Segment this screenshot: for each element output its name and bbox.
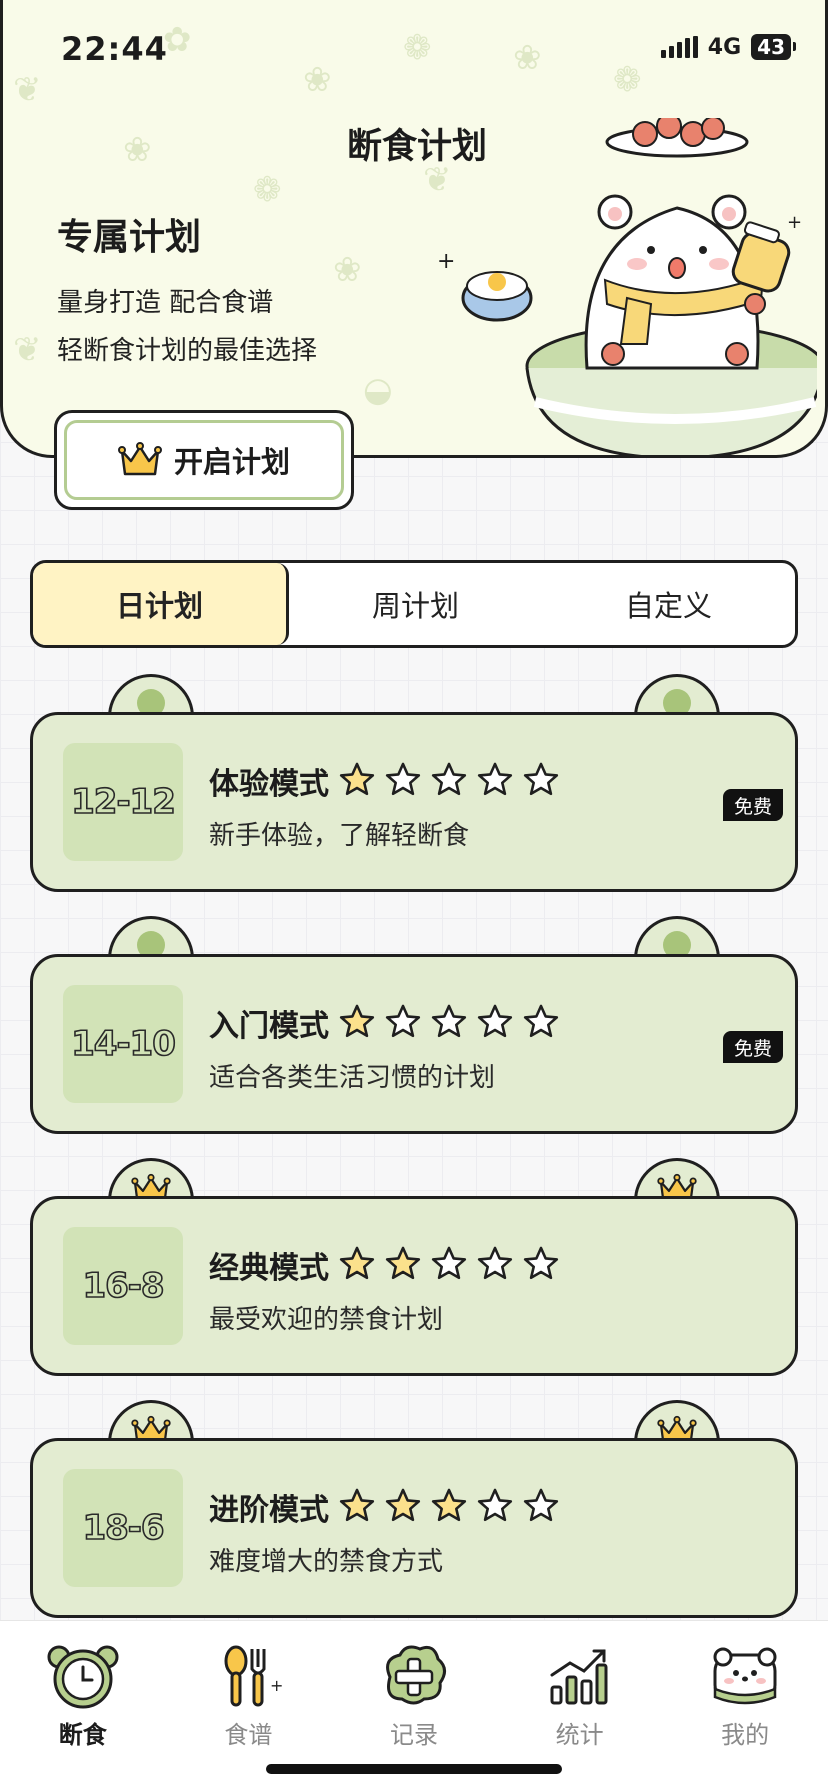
plan-title-row: 进阶模式 <box>209 1485 559 1529</box>
hero-title: 专属计划 <box>57 216 202 258</box>
difficulty-stars <box>339 1246 559 1284</box>
plan-card[interactable]: 16-8 经典模式最受欢迎的禁食计划 <box>30 1158 798 1376</box>
fasting-ratio: 16-8 <box>63 1227 183 1345</box>
doodle-strawberry-icon: ❀ <box>333 250 362 290</box>
nav-item-profile[interactable]: 我的 <box>662 1621 828 1792</box>
plan-title: 体验模式 <box>209 767 329 802</box>
header-banner: ❦ ✿ ❀ ❁ ❀ ❁ ❀ ❁ ❦ ❀ ❦ ◒ 22:44 4G 43 断食计划… <box>0 0 828 458</box>
star-icon <box>523 1488 559 1526</box>
plan-description: 难度增大的禁食方式 <box>209 1547 444 1577</box>
star-icon <box>477 1004 513 1042</box>
difficulty-stars <box>339 762 559 800</box>
status-indicators: 4G 43 <box>660 34 796 60</box>
nav-label-recipes: 食谱 <box>224 1721 273 1749</box>
nav-item-fasting[interactable]: 断食 <box>0 1621 166 1792</box>
difficulty-stars <box>339 1004 559 1042</box>
plan-card-body: 18-6 进阶模式难度增大的禁食方式 <box>30 1438 798 1618</box>
plan-card[interactable]: 18-6 进阶模式难度增大的禁食方式 <box>30 1400 798 1618</box>
doodle-vegetable-icon: ❦ <box>13 70 42 110</box>
plan-title: 入门模式 <box>209 1009 329 1044</box>
tab-custom[interactable]: 自定义 <box>542 563 795 645</box>
difficulty-stars <box>339 1488 559 1526</box>
crown-icon <box>117 442 162 476</box>
start-plan-button[interactable]: 开启计划 <box>54 410 354 510</box>
star-icon <box>385 1246 421 1284</box>
utensils-icon: + <box>224 1645 284 1707</box>
svg-text:+: + <box>787 212 802 233</box>
star-icon <box>339 1004 375 1042</box>
status-time: 22:44 <box>61 30 168 68</box>
battery-icon: 43 <box>751 34 796 60</box>
clock-icon <box>47 1645 119 1709</box>
plan-type-tabs: 日计划 周计划 自定义 <box>30 560 798 648</box>
plan-title-row: 经典模式 <box>209 1243 559 1287</box>
star-icon <box>431 1246 467 1284</box>
hero-subtitle-2: 轻断食计划的最佳选择 <box>57 336 318 366</box>
bear-mascot-illustration: + + <box>437 118 817 455</box>
plan-card[interactable]: 14-10 入门模式适合各类生活习惯的计划 免费 <box>30 916 798 1134</box>
tab-weekly-plan[interactable]: 周计划 <box>289 563 542 645</box>
doodle-vegetable-icon: ❦ <box>13 330 42 370</box>
hero-subtitle-1: 量身打造 配合食谱 <box>57 288 274 318</box>
star-icon <box>339 1488 375 1526</box>
add-record-icon <box>386 1645 446 1705</box>
network-type: 4G <box>707 34 742 60</box>
doodle-apple-icon: ❁ <box>403 28 432 68</box>
star-icon <box>339 1246 375 1284</box>
home-indicator <box>266 1764 562 1774</box>
plan-title-row: 入门模式 <box>209 1001 559 1045</box>
star-icon <box>431 762 467 800</box>
fasting-ratio: 14-10 <box>63 985 183 1103</box>
plan-card[interactable]: 12-12 体验模式新手体验，了解轻断食 免费 <box>30 674 798 892</box>
tab-daily-plan[interactable]: 日计划 <box>33 563 289 645</box>
fasting-ratio: 12-12 <box>63 743 183 861</box>
plan-description: 新手体验，了解轻断食 <box>209 821 470 851</box>
star-icon <box>385 1488 421 1526</box>
star-icon <box>431 1488 467 1526</box>
plan-card-body: 12-12 体验模式新手体验，了解轻断食 免费 <box>30 712 798 892</box>
plan-card-body: 16-8 经典模式最受欢迎的禁食计划 <box>30 1196 798 1376</box>
plan-card-body: 14-10 入门模式适合各类生活习惯的计划 免费 <box>30 954 798 1134</box>
signal-icon <box>660 36 698 58</box>
star-icon <box>385 762 421 800</box>
doodle-strawberry-icon: ❀ <box>303 60 332 100</box>
plan-title: 经典模式 <box>209 1251 329 1286</box>
star-icon <box>523 1004 559 1042</box>
plan-description: 最受欢迎的禁食计划 <box>209 1305 444 1335</box>
star-icon <box>523 1246 559 1284</box>
doodle-apple-icon: ❁ <box>613 60 642 100</box>
doodle-apple-icon: ❁ <box>253 170 282 210</box>
star-icon <box>339 762 375 800</box>
doodle-strawberry-icon: ❀ <box>513 38 542 78</box>
free-badge: 免费 <box>723 1031 783 1063</box>
star-icon <box>477 1488 513 1526</box>
profile-bear-icon <box>713 1647 777 1705</box>
stats-icon <box>550 1649 608 1705</box>
nav-label-stats: 统计 <box>555 1721 604 1749</box>
nav-label-record: 记录 <box>389 1721 438 1749</box>
plan-title: 进阶模式 <box>209 1493 329 1528</box>
svg-text:+: + <box>270 1676 283 1695</box>
star-icon <box>477 1246 513 1284</box>
free-badge: 免费 <box>723 789 783 821</box>
nav-label-profile: 我的 <box>721 1721 770 1749</box>
star-icon <box>431 1004 467 1042</box>
fasting-ratio: 18-6 <box>63 1469 183 1587</box>
start-plan-label: 开启计划 <box>173 445 290 479</box>
nav-label-fasting: 断食 <box>58 1721 107 1749</box>
svg-text:+: + <box>437 249 455 274</box>
star-icon <box>477 762 513 800</box>
star-icon <box>523 762 559 800</box>
doodle-melon-icon: ◒ <box>363 370 393 410</box>
star-icon <box>385 1004 421 1042</box>
plan-description: 适合各类生活习惯的计划 <box>209 1063 496 1093</box>
plan-title-row: 体验模式 <box>209 759 559 803</box>
